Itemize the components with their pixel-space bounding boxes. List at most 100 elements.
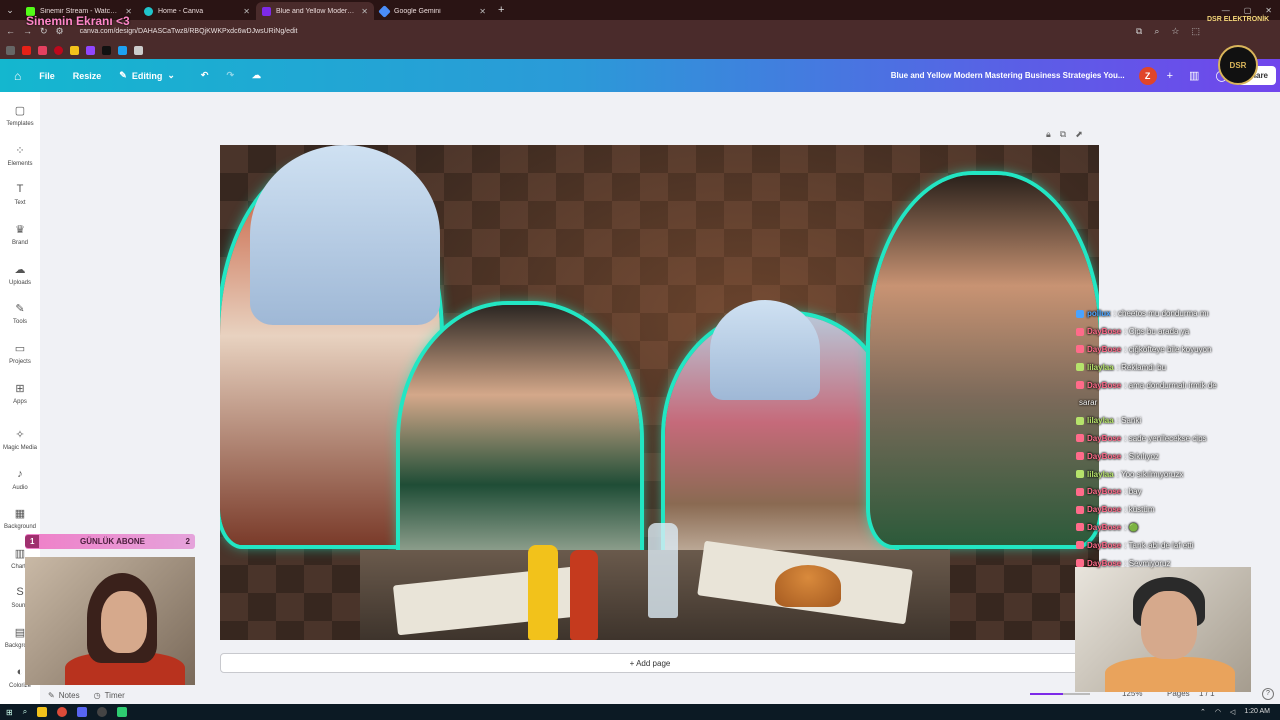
close-icon[interactable]: ✕ (361, 7, 368, 16)
home-icon[interactable]: ⌂ (14, 69, 21, 83)
templates-icon: ▢ (14, 105, 26, 117)
sidebar-item-brand[interactable]: ♛ Brand (0, 223, 40, 246)
chat-username[interactable]: DayBose (1087, 541, 1121, 550)
wifi-icon[interactable]: ◠ (1215, 708, 1221, 716)
url-field[interactable]: canva.com/design/DAHASCaTwz8/RBQjKWKPxdc… (80, 28, 298, 35)
sidebar-item-tools[interactable]: ✎ Tools (0, 302, 40, 325)
sidebar-item-magic-media[interactable]: ✧ Magic Media (0, 428, 40, 451)
chat-username[interactable]: DayBose (1087, 381, 1121, 390)
browser-tab-2[interactable]: Blue and Yellow Modern Maste... ✕ (256, 2, 374, 20)
chat-username[interactable]: DayBose (1087, 523, 1121, 532)
insights-chart-icon[interactable]: ▥ (1189, 69, 1199, 82)
chat-message: pollux: cheetos mu dondurma mı (1076, 305, 1280, 323)
apps-grid-icon: ⊞ (15, 383, 25, 395)
notes-button[interactable]: ✎ Notes (48, 691, 80, 700)
chat-text: : Sıkılıyoz (1124, 451, 1159, 461)
resize-button[interactable]: Resize (73, 71, 102, 81)
chat-username[interactable]: pollux (1087, 309, 1111, 318)
chat-username[interactable]: lilaylaa (1087, 470, 1114, 479)
sidebar-item-templates[interactable]: ▢ Templates (0, 104, 40, 127)
tab-search-icon[interactable]: ⌄ (0, 5, 20, 16)
help-icon[interactable]: ? (1262, 688, 1274, 700)
chat-text: : Sevmiyoruz (1124, 558, 1171, 568)
chat-username[interactable]: DayBose (1087, 434, 1121, 443)
sidebar-item-text[interactable]: T Text (0, 183, 40, 206)
sidebar-label: Templates (6, 121, 34, 127)
sidebar-item-uploads[interactable]: ☁ Uploads (0, 263, 40, 286)
undo-icon[interactable]: ↶ (201, 70, 209, 81)
add-collaborator-icon[interactable]: + (1167, 70, 1173, 82)
redo-icon[interactable]: ↷ (226, 70, 234, 81)
star-bookmark-icon[interactable] (134, 46, 143, 55)
close-icon[interactable]: ✕ (243, 7, 250, 16)
browser-tab-3[interactable]: Google Gemini ✕ (374, 2, 492, 20)
cloud-save-icon[interactable]: ☁ (252, 70, 261, 81)
bookmark-star-icon[interactable]: ☆ (1171, 26, 1179, 37)
maximize-icon[interactable]: ▢ (1244, 6, 1252, 15)
chat-badge-icon (1076, 505, 1084, 514)
extensions-icon[interactable]: ⬚ (1191, 26, 1200, 37)
chrome-icon[interactable] (57, 707, 68, 717)
gemini-favicon-icon (378, 4, 391, 18)
dsr-logo-icon: DSR (1218, 45, 1258, 85)
chat-username[interactable]: DayBose (1087, 487, 1121, 496)
zoom-icon[interactable]: ⌕ (1154, 26, 1159, 37)
close-icon[interactable]: ✕ (479, 7, 486, 16)
windows-start-icon[interactable]: ⊞ (6, 708, 13, 717)
sidebar-item-audio[interactable]: ♪ Audio (0, 468, 40, 491)
bookmark-icon[interactable] (70, 46, 79, 55)
search-icon[interactable]: ⌕ (23, 707, 27, 717)
volume-icon[interactable]: ◁ (1230, 708, 1235, 716)
back-icon[interactable]: ← (6, 26, 15, 36)
discord-icon[interactable] (77, 707, 88, 717)
bookmark-icon[interactable] (118, 46, 127, 55)
user-avatar[interactable]: Z (1138, 66, 1157, 85)
sidebar-item-elements[interactable]: ⁘ Elements (0, 144, 40, 167)
sidebar-item-projects[interactable]: ▭ Projects (0, 342, 40, 365)
add-page-icon[interactable]: ⬈ (1075, 129, 1083, 140)
lock-icon[interactable]: 🔒︎ (1046, 129, 1051, 140)
bookmark-icon[interactable] (38, 46, 47, 55)
design-canvas[interactable] (220, 145, 1099, 640)
translate-icon[interactable]: ⧉ (1136, 26, 1142, 37)
tiktok-bookmark-icon[interactable] (102, 46, 111, 55)
browser-tab-1[interactable]: Home - Canva ✕ (138, 2, 256, 20)
chat-username[interactable]: DayBose (1087, 327, 1121, 336)
duplicate-page-icon[interactable]: ⧉ (1060, 129, 1066, 140)
zoom-slider[interactable] (1030, 693, 1090, 695)
text-icon: T (16, 183, 24, 195)
system-tray: ⌃ ◠ ◁ 1:20 AM (1200, 708, 1280, 716)
timer-button[interactable]: ◷ Timer (94, 691, 125, 700)
obs-icon[interactable] (97, 707, 108, 717)
chat-username[interactable]: lilaylaa (1087, 363, 1114, 372)
upload-icon: ☁ (14, 264, 26, 276)
clock[interactable]: 1:20 AM (1244, 708, 1270, 716)
chat-username[interactable]: DayBose (1087, 345, 1121, 354)
new-tab-button[interactable]: + (492, 4, 510, 16)
file-menu[interactable]: File (39, 71, 55, 81)
file-explorer-icon[interactable] (37, 707, 48, 717)
zoom-slider-fill (1030, 693, 1063, 695)
apps-icon[interactable] (6, 46, 15, 55)
youtube-bookmark-icon[interactable] (22, 46, 31, 55)
pinterest-bookmark-icon[interactable] (54, 46, 63, 55)
bookmarks-bar (0, 42, 1280, 59)
chat-username[interactable]: DayBose (1087, 559, 1121, 568)
sidebar-label: Apps (13, 399, 27, 405)
chat-username[interactable]: DayBose (1087, 505, 1121, 514)
add-page-button[interactable]: + Add page (220, 653, 1080, 673)
bookmark-icon[interactable] (86, 46, 95, 55)
chat-username[interactable]: DayBose (1087, 452, 1121, 461)
webcam-right (1075, 567, 1251, 692)
tray-chevron-icon[interactable]: ⌃ (1200, 708, 1206, 716)
sidebar-item-background[interactable]: ▦ Background (0, 507, 40, 530)
editing-mode-dropdown[interactable]: ✎ Editing ⌄ (119, 70, 175, 81)
elements-icon: ⁘ (15, 145, 25, 157)
close-window-icon[interactable]: ✕ (1265, 6, 1272, 15)
app-icon[interactable] (117, 707, 128, 717)
minimize-icon[interactable]: — (1222, 6, 1230, 15)
chat-username[interactable]: lilaylaa (1087, 416, 1114, 425)
daily-subscriber-counter: 1 GÜNLÜK ABONE 2 (25, 534, 195, 549)
sidebar-item-apps[interactable]: ⊞ Apps (0, 382, 40, 405)
document-title[interactable]: Blue and Yellow Modern Mastering Busines… (891, 71, 1125, 80)
